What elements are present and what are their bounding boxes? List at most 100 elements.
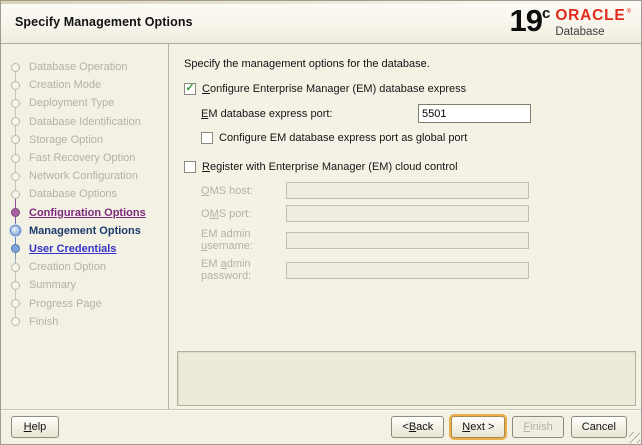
cancel-button[interactable]: Cancel — [570, 416, 627, 438]
oms-host-label: OMS host: — [201, 185, 286, 197]
cloud-control-checkbox-row: Register with Enterprise Manager (EM) cl… — [184, 161, 641, 173]
step-label: Creation Option — [29, 261, 107, 274]
sidebar-item-configuration-options[interactable]: Configuration Options — [1, 194, 168, 222]
sidebar-item-progress-page: Progress Page — [1, 285, 168, 312]
step-label: Database Identification — [29, 115, 141, 128]
help-button[interactable]: Help — [11, 416, 59, 438]
label-text: R — [202, 161, 210, 173]
step-list: Database Operation Creation Mode Deploym… — [1, 58, 168, 331]
back-button[interactable]: < Back — [391, 416, 445, 438]
step-dot-icon — [11, 153, 20, 163]
page-title: Specify Management Options — [15, 15, 193, 29]
label-text: EM — [201, 258, 221, 270]
sidebar-item-creation-mode: Creation Mode — [1, 67, 168, 94]
step-dot-icon — [11, 80, 20, 90]
em-express-checkbox-label[interactable]: Configure Enterprise Manager (EM) databa… — [202, 83, 466, 95]
message-panel — [177, 351, 636, 406]
label-text: inish — [530, 421, 553, 433]
cloud-control-checkbox[interactable] — [184, 161, 196, 173]
label-text: sername: — [207, 240, 253, 252]
step-dot-icon — [11, 299, 20, 309]
oms-host-row: OMS host: — [201, 182, 641, 199]
em-admin-username-label: EM admin username: — [201, 228, 286, 252]
label-text: elp — [31, 421, 47, 433]
step-label: Network Configuration — [29, 170, 138, 183]
oms-port-row: OMS port: — [201, 205, 641, 222]
step-label: Deployment Type — [29, 97, 115, 110]
em-express-checkbox-row: ✓ Configure Enterprise Manager (EM) data… — [184, 83, 641, 95]
label-text: B — [408, 421, 417, 433]
em-admin-password-label: EM admin password: — [201, 258, 286, 282]
logo-brand-line: ORACLE ® — [555, 8, 631, 25]
wizard-nav-buttons: < Back Next > Finish Cancel — [391, 416, 627, 438]
step-dot-icon — [11, 244, 20, 254]
sidebar-item-summary: Summary — [1, 267, 168, 294]
step-dot-icon — [11, 171, 20, 181]
step-label: Database Options — [29, 188, 118, 201]
next-button[interactable]: Next > — [451, 416, 506, 438]
sidebar-item-database-options: Database Options — [1, 176, 168, 203]
step-label: Storage Option — [29, 133, 103, 146]
logo-text-block: ORACLE ® Database — [555, 6, 631, 38]
em-admin-password-row: EM admin password: — [201, 258, 641, 282]
sidebar-item-network-configuration: Network Configuration — [1, 158, 168, 185]
em-port-label: EM database express port: — [201, 108, 418, 120]
step-label[interactable]: User Credentials — [29, 243, 116, 255]
sidebar-item-creation-option: Creation Option — [1, 248, 168, 276]
header: Specify Management Options 19 c ORACLE ®… — [1, 1, 641, 44]
sidebar-item-user-credentials[interactable]: User Credentials — [1, 230, 168, 258]
label-text: M — [209, 207, 219, 220]
label-text: H — [23, 421, 32, 433]
step-label: Summary — [29, 279, 77, 292]
label-text: Configure EM database express port as — [219, 132, 416, 144]
em-port-input[interactable] — [418, 104, 531, 123]
label-text: MS host: — [209, 184, 253, 197]
label-text: egister with Enterprise Manager (EM) clo… — [209, 161, 458, 173]
logo-edition: c — [541, 5, 551, 23]
step-dot-icon — [11, 262, 20, 272]
label-text: O — [201, 184, 210, 197]
sidebar-item-finish: Finish — [1, 303, 168, 331]
step-dot-icon — [11, 208, 20, 218]
resize-grip[interactable] — [629, 432, 640, 443]
step-label: Progress Page — [29, 297, 102, 310]
step-label: Fast Recovery Option — [29, 152, 136, 165]
logo-version: 19 — [509, 3, 543, 39]
step-dot-icon — [11, 189, 20, 199]
step-label: Database Operation — [29, 61, 128, 74]
form-description: Specify the management options for the d… — [184, 58, 430, 70]
label-text: C — [202, 83, 210, 95]
sidebar-item-fast-recovery-option: Fast Recovery Option — [1, 139, 168, 167]
sidebar-item-deployment-type: Deployment Type — [1, 85, 168, 112]
global-port-checkbox-row: Configure EM database express port as gl… — [201, 132, 641, 144]
step-dot-icon — [11, 135, 20, 145]
label-text: O — [201, 207, 210, 220]
step-label: Management Options — [29, 224, 141, 237]
sidebar-item-database-operation: Database Operation — [1, 58, 168, 76]
step-dot-icon — [11, 98, 20, 108]
em-admin-username-input — [286, 231, 529, 249]
step-dot-icon — [11, 62, 20, 72]
em-port-row: EM database express port: — [201, 104, 641, 123]
sidebar-item-management-options: Management Options — [1, 212, 168, 240]
label-text: lobal port — [422, 132, 468, 144]
em-express-checkbox[interactable]: ✓ — [184, 83, 196, 95]
step-label: Finish — [29, 315, 59, 328]
cloud-control-checkbox-label[interactable]: Register with Enterprise Manager (EM) cl… — [202, 161, 458, 173]
logo-product: Database — [555, 25, 605, 38]
step-label: Creation Mode — [29, 79, 102, 92]
global-port-checkbox-label[interactable]: Configure EM database express port as gl… — [219, 132, 467, 144]
wizard-step-sidebar: Database Operation Creation Mode Deploym… — [1, 44, 169, 409]
step-dot-current-icon — [10, 225, 21, 237]
step-label[interactable]: Configuration Options — [29, 207, 146, 219]
label-text: S port: — [218, 207, 252, 220]
step-dot-icon — [11, 317, 20, 327]
global-port-checkbox[interactable] — [201, 132, 213, 144]
step-dot-icon — [11, 117, 20, 127]
finish-button: Finish — [512, 416, 564, 438]
label-text: ext > — [470, 421, 495, 433]
oracle-19c-logo: 19 c ORACLE ® Database — [509, 3, 632, 39]
oms-host-input — [286, 182, 529, 199]
step-dot-icon — [11, 280, 20, 290]
label-text: onfigure Enterprise Manager (EM) databas… — [209, 83, 467, 95]
